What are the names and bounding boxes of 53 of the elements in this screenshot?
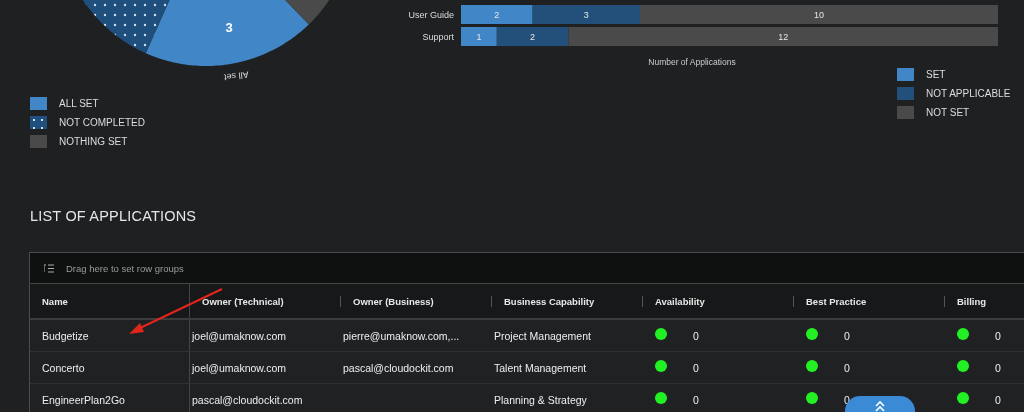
table-cell: Talent Management [494,361,587,374]
axis-title: Number of Applications [648,57,736,68]
category-label: User Guide [407,9,455,20]
table-cell: pascal@cloudockit.com [343,361,454,374]
slice-value: 3 [225,20,233,35]
data-label: 2 [530,32,536,42]
column-header[interactable]: Owner (Technical) [202,295,284,307]
legend-label: SET [926,69,946,80]
table-cell-text: EngineerPlan2Go [41,393,125,406]
column-header[interactable]: Business Capability [504,295,595,307]
bar-segment: 12 [568,27,998,46]
data-label: 10 [813,10,825,20]
bar-segment: 2 [496,27,569,46]
data-label: 12 [778,32,789,42]
bar-segment: 3 [532,5,640,24]
table-cell: 0 [693,329,699,342]
table-cell: 0 [844,329,850,342]
table-cell: pierre@umaknow.com,... [343,329,460,342]
legend-label: ALL SET [59,98,99,109]
table-cell: 0 [693,361,699,374]
row-group-hint: Drag here to set row groups [66,262,184,274]
table-cell-text: Concerto [41,361,85,374]
table-cell: pascal@cloudockit.com [192,393,303,406]
column-header[interactable]: Name [30,295,68,307]
legend-label: NOT APPLICABLE [926,88,1011,99]
table-cell: 0 [995,329,1001,342]
data-label: 2 [494,10,500,20]
row-group-icon [44,263,54,273]
slice-label: All set [223,69,250,83]
table-cell: 0 [995,393,1001,406]
section-title: LIST OF APPLICATIONS [30,208,198,224]
bar-segment: 2 [461,5,533,24]
bar-segment: 1 [461,27,497,46]
data-label: 3 [583,10,589,20]
column-header[interactable]: Best Practice [806,295,867,307]
data-label: 1 [476,32,482,42]
bar-segment: 10 [640,5,998,24]
table-cell: Project Management [494,329,591,342]
table-cell-text: Budgetize [41,329,89,342]
legend-label: NOT SET [926,107,970,118]
table-cell: 0 [693,393,699,406]
table-cell: Planning & Strategy [494,393,587,406]
table-cell: 0 [844,361,850,374]
legend-label: NOT COMPLETED [59,117,145,128]
table-cell: 0 [995,361,1001,374]
legend-label: NOTHING SET [59,136,128,147]
column-header[interactable]: Billing [957,295,987,307]
category-label: Support [421,31,455,42]
table-cell: joel@umaknow.com [192,361,287,374]
chevrons-up-icon [874,400,886,412]
table-cell: joel@umaknow.com [192,329,287,342]
column-header[interactable]: Owner (Business) [353,295,434,307]
column-header[interactable]: Availability [655,295,705,307]
